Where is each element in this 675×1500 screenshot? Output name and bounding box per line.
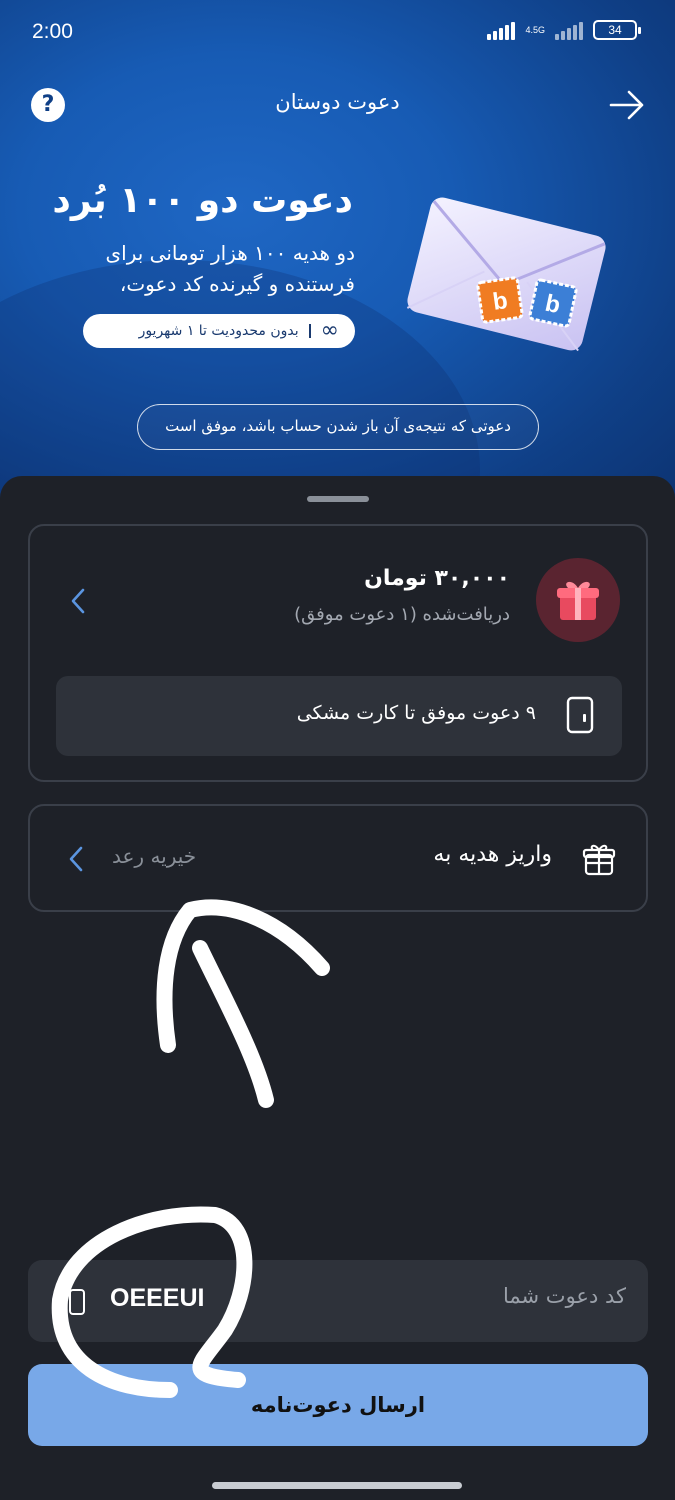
status-icons: 4.5G 34: [487, 20, 641, 40]
copy-icon[interactable]: [68, 1288, 86, 1316]
status-time: 2:00: [32, 20, 73, 43]
arrow-right-icon[interactable]: [609, 88, 645, 122]
gift-deposit-label: واریز هدیه به: [433, 842, 552, 867]
black-card-progress-label: ۹ دعوت موفق تا کارت مشکی: [296, 702, 536, 724]
pill-divider: [308, 324, 311, 338]
chevron-left-icon[interactable]: [66, 844, 86, 874]
network-type: 4.5G: [525, 25, 545, 35]
success-note: دعوتی که نتیجه‌ی آن باز شدن حساب باشد، م…: [137, 404, 539, 450]
signal-icon: [487, 20, 516, 40]
promo-pill: بدون محدودیت تا ۱ شهریور ∞: [83, 314, 355, 348]
reward-received-label: دریافت‌شده (۱ دعوت موفق): [294, 604, 510, 625]
invite-code-field[interactable]: کد دعوت شما OEEEUI: [28, 1260, 648, 1342]
envelope-illustration: b b: [406, 197, 606, 352]
gift-outline-icon: [582, 844, 616, 876]
gift-icon: [536, 558, 620, 642]
black-card-progress[interactable]: ۹ دعوت موفق تا کارت مشکی: [56, 676, 622, 756]
status-bar: 2:00 4.5G 34: [0, 0, 675, 64]
signal-2-icon: [555, 20, 583, 40]
reward-amount: ۳۰,۰۰۰ تومان: [364, 566, 510, 591]
gift-destination-row[interactable]: واریز هدیه به خیریه رعد: [28, 804, 648, 912]
send-invitation-button[interactable]: ارسال دعوت‌نامه: [28, 1364, 648, 1446]
infinity-icon: ∞: [320, 318, 339, 343]
invite-code-value[interactable]: OEEEUI: [110, 1284, 204, 1313]
hero-banner: 2:00 4.5G 34 ? دعوت دوستان دعوت دو ۱۰۰ ب…: [0, 0, 675, 520]
battery-icon: 34: [593, 20, 641, 40]
home-indicator[interactable]: [212, 1482, 462, 1489]
promo-pill-text: بدون محدودیت تا ۱ شهریور: [138, 323, 299, 339]
page-title: دعوت دوستان: [275, 90, 400, 114]
chevron-left-icon[interactable]: [68, 586, 88, 616]
card-icon: [566, 696, 594, 734]
rewards-card[interactable]: ۳۰,۰۰۰ تومان دریافت‌شده (۱ دعوت موفق) ۹ …: [28, 524, 648, 782]
hero-headline: دعوت دو ۱۰۰ بُرد: [52, 180, 353, 221]
hero-description: دو هدیه ۱۰۰ هزار تومانی برای فرستنده و گ…: [105, 241, 355, 296]
invite-code-label: کد دعوت شما: [502, 1284, 626, 1308]
gift-destination-value: خیریه رعد: [112, 844, 197, 868]
bottom-sheet: ۳۰,۰۰۰ تومان دریافت‌شده (۱ دعوت موفق) ۹ …: [0, 476, 675, 1500]
sheet-drag-handle[interactable]: [307, 496, 369, 502]
